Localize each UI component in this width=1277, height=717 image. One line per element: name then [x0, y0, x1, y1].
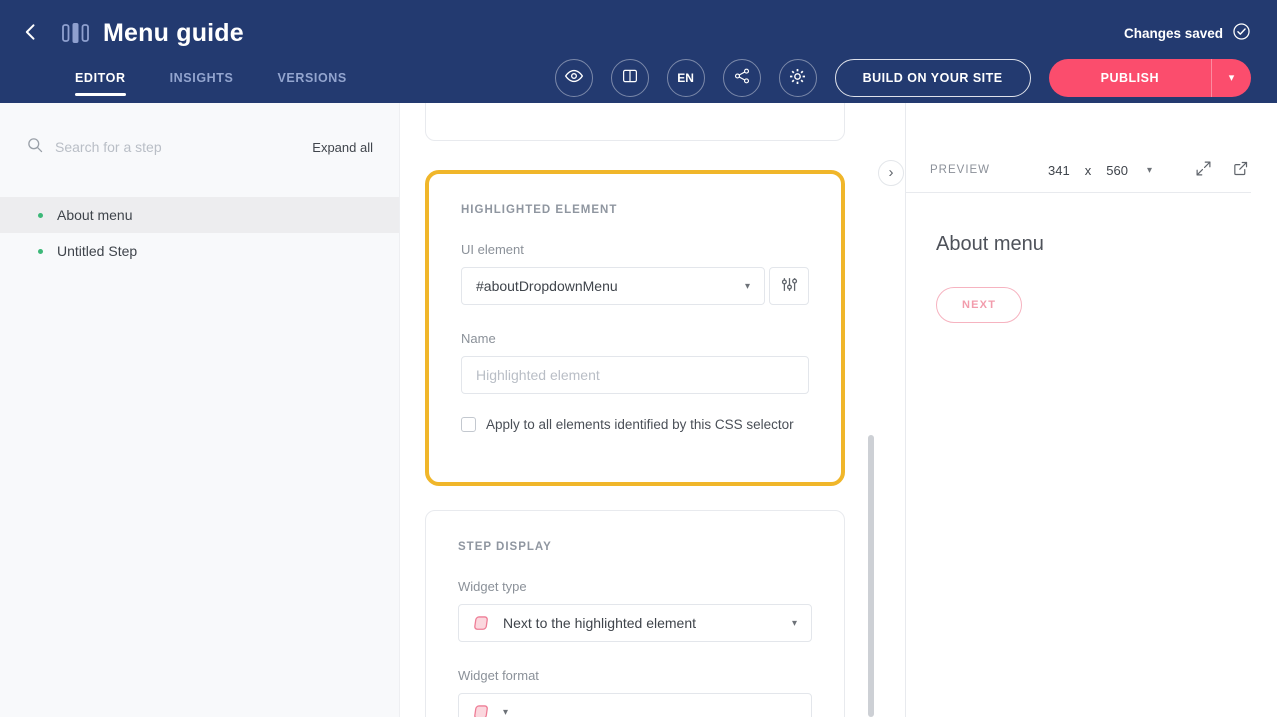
share-button[interactable] — [723, 59, 761, 97]
widget-type-label: Widget type — [458, 579, 812, 594]
main-tabs: EDITOR INSIGHTS VERSIONS — [75, 52, 347, 103]
steps-sidebar: Expand all About menu Untitled Step — [0, 103, 400, 717]
highlighted-element-card: HIGHLIGHTED ELEMENT UI element #aboutDro… — [425, 170, 845, 486]
chevron-left-icon — [21, 22, 41, 45]
widget-format-select[interactable]: ▾ — [458, 693, 812, 717]
step-search-input[interactable] — [55, 139, 301, 155]
preview-header-actions — [1195, 160, 1249, 180]
sliders-icon — [781, 276, 798, 296]
publish-button[interactable]: PUBLISH — [1049, 59, 1211, 97]
topbar-tabs-row: EDITOR INSIGHTS VERSIONS EN — [0, 52, 1277, 103]
language-button[interactable]: EN — [667, 59, 705, 97]
expand-all-link[interactable]: Expand all — [312, 140, 373, 155]
collapse-panel-button[interactable]: › — [878, 160, 904, 186]
step-item-untitled-step[interactable]: Untitled Step — [0, 233, 399, 269]
eye-icon — [564, 66, 584, 89]
widget-type-value: Next to the highlighted element — [503, 615, 792, 631]
apply-all-checkbox[interactable] — [461, 417, 476, 432]
chevron-right-icon: › — [889, 164, 894, 181]
tab-insights[interactable]: INSIGHTS — [170, 52, 234, 103]
caret-down-icon: ▾ — [1147, 165, 1152, 176]
widget-type-icon — [473, 615, 491, 632]
section-title: HIGHLIGHTED ELEMENT — [461, 204, 809, 216]
name-label: Name — [461, 331, 809, 346]
search-icon — [26, 136, 44, 159]
tab-versions[interactable]: VERSIONS — [277, 52, 346, 103]
tab-editor[interactable]: EDITOR — [75, 52, 126, 103]
caret-down-icon: ▾ — [503, 707, 508, 717]
language-label: EN — [677, 71, 694, 85]
section-title: STEP DISPLAY — [458, 541, 812, 553]
caret-down-icon: ▾ — [1229, 71, 1235, 84]
caret-down-icon: ▾ — [745, 281, 750, 292]
previous-settings-card — [425, 103, 845, 141]
step-label: About menu — [57, 207, 133, 223]
ui-element-value: #aboutDropdownMenu — [476, 278, 745, 294]
step-display-card: STEP DISPLAY Widget type Next to the hig… — [425, 510, 845, 717]
layout-button[interactable] — [611, 59, 649, 97]
step-label: Untitled Step — [57, 243, 137, 259]
build-on-your-site-button[interactable]: BUILD ON YOUR SITE — [835, 59, 1031, 97]
back-button[interactable] — [14, 16, 48, 50]
expand-icon — [1195, 160, 1212, 180]
highlighted-element-name-input[interactable] — [461, 356, 809, 394]
publish-split-button: PUBLISH ▾ — [1049, 59, 1251, 97]
preview-size-select[interactable]: 341 x 560 ▾ — [1048, 163, 1152, 178]
widget-format-icon — [473, 704, 491, 717]
preview-fullscreen-button[interactable] — [1195, 160, 1212, 180]
step-item-about-menu[interactable]: About menu — [0, 197, 399, 233]
preview-eye-button[interactable] — [555, 59, 593, 97]
gear-icon — [788, 67, 807, 89]
widget-type-row: Next to the highlighted element ▾ — [458, 604, 812, 642]
step-status-dot — [38, 249, 43, 254]
preview-panel: PREVIEW 341 x 560 ▾ — [905, 103, 1277, 717]
changes-saved-label: Changes saved — [1124, 26, 1223, 41]
publish-dropdown-toggle[interactable]: ▾ — [1211, 59, 1251, 97]
apply-all-checkbox-row: Apply to all elements identified by this… — [461, 417, 809, 432]
editor-scrollbar[interactable] — [868, 435, 874, 717]
preview-header: PREVIEW 341 x 560 ▾ — [906, 148, 1251, 193]
preview-next-button[interactable]: NEXT — [936, 287, 1022, 323]
caret-down-icon: ▾ — [792, 618, 797, 629]
preview-title: PREVIEW — [930, 164, 990, 176]
check-circle-icon — [1232, 22, 1251, 44]
step-editor-panel: HIGHLIGHTED ELEMENT UI element #aboutDro… — [400, 103, 905, 717]
topbar-title-row: Menu guide Changes saved — [0, 0, 1277, 52]
step-status-dot — [38, 213, 43, 218]
page-title: Menu guide — [103, 19, 244, 48]
step-list: About menu Untitled Step — [0, 197, 399, 269]
topbar-actions: EN — [555, 59, 1251, 97]
widget-type-select[interactable]: Next to the highlighted element ▾ — [458, 604, 812, 642]
selector-settings-button[interactable] — [769, 267, 809, 305]
app-window: Menu guide Changes saved EDITOR INSIGHTS… — [0, 0, 1277, 717]
preview-step-heading: About menu — [936, 233, 1247, 256]
app-logo-icon — [62, 21, 89, 45]
preview-size-separator: x — [1085, 163, 1092, 178]
ui-element-select[interactable]: #aboutDropdownMenu ▾ — [461, 267, 765, 305]
content-area: Expand all About menu Untitled Step HIGH… — [0, 103, 1277, 717]
ui-element-label: UI element — [461, 242, 809, 257]
step-search-row: Expand all — [0, 127, 399, 167]
widget-format-row: ▾ — [458, 693, 812, 717]
preview-body: About menu NEXT — [906, 193, 1277, 363]
settings-button[interactable] — [779, 59, 817, 97]
apply-all-checkbox-label: Apply to all elements identified by this… — [486, 417, 794, 432]
open-in-new-tab-button[interactable] — [1232, 160, 1249, 180]
ui-element-row: #aboutDropdownMenu ▾ — [461, 267, 809, 305]
changes-saved-status: Changes saved — [1124, 22, 1251, 44]
layout-icon — [621, 67, 639, 88]
preview-width-value: 341 — [1048, 163, 1070, 178]
share-icon — [733, 67, 751, 88]
open-in-new-icon — [1232, 160, 1249, 180]
widget-format-label: Widget format — [458, 668, 812, 683]
topbar: Menu guide Changes saved EDITOR INSIGHTS… — [0, 0, 1277, 103]
preview-height-value: 560 — [1106, 163, 1128, 178]
